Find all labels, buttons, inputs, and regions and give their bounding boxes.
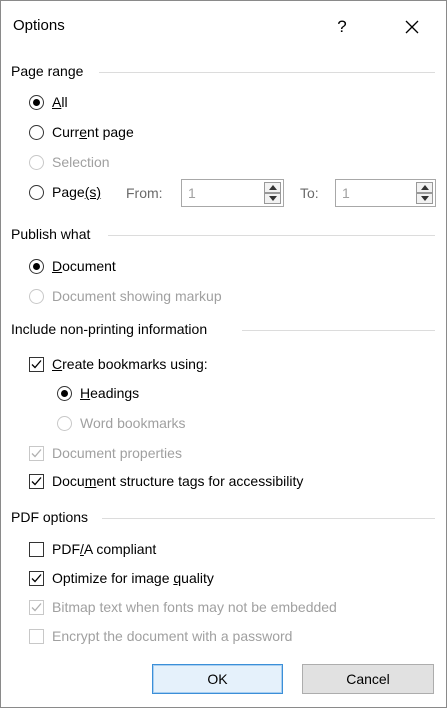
radio-headings[interactable]: Headings <box>57 385 139 401</box>
arrow-up-icon <box>268 185 277 190</box>
radio-document-button[interactable] <box>29 258 44 274</box>
radio-pages[interactable]: Page(s) <box>29 184 101 200</box>
checkbox-encrypt: Encrypt the document with a password <box>29 628 292 644</box>
cancel-button[interactable]: Cancel <box>302 664 434 694</box>
from-value: 1 <box>188 185 196 201</box>
radio-document-markup: Document showing markup <box>29 288 222 304</box>
publish-what-heading: Publish what <box>11 226 91 242</box>
checkbox-structure-tags-label: Document structure tags for accessibilit… <box>52 473 304 489</box>
from-up-button[interactable] <box>264 182 281 193</box>
radio-headings-label: Headings <box>80 385 140 401</box>
publish-what-divider <box>108 235 435 236</box>
radio-selection-button <box>29 154 44 170</box>
options-dialog: Options ? Page range All Current page Se… <box>0 0 447 708</box>
radio-current-page-label: Current page <box>52 124 134 140</box>
checkbox-document-properties-box <box>29 445 44 461</box>
pdf-options-heading: PDF options <box>11 509 89 525</box>
to-value: 1 <box>342 185 350 201</box>
ok-button[interactable]: OK <box>152 664 283 694</box>
radio-current-page-button[interactable] <box>29 124 44 140</box>
radio-current-page[interactable]: Current page <box>29 124 134 140</box>
radio-word-bookmarks-label: Word bookmarks <box>80 415 186 431</box>
dialog-title: Options <box>13 17 65 34</box>
checkbox-bitmap-text-label: Bitmap text when fonts may not be embedd… <box>52 599 337 615</box>
from-label: From: <box>126 185 163 201</box>
arrow-down-icon <box>268 196 277 201</box>
checkbox-document-properties: Document properties <box>29 445 182 461</box>
help-icon: ? <box>337 17 347 36</box>
nonprinting-divider <box>242 330 435 331</box>
to-up-button[interactable] <box>416 182 433 193</box>
checkbox-pdfa-label: PDF/A compliant <box>52 541 157 557</box>
radio-pages-label: Page(s) <box>52 184 102 200</box>
radio-document-label: Document <box>52 258 116 274</box>
radio-word-bookmarks: Word bookmarks <box>57 415 186 431</box>
radio-document-markup-label: Document showing markup <box>52 288 222 304</box>
checkbox-optimize[interactable]: Optimize for image quality <box>29 570 214 586</box>
checkmark-icon <box>31 448 42 457</box>
pdf-options-divider <box>102 518 435 519</box>
checkbox-structure-tags[interactable]: Document structure tags for accessibilit… <box>29 473 303 489</box>
radio-selection-label: Selection <box>52 154 110 170</box>
checkbox-create-bookmarks-box[interactable] <box>29 356 44 372</box>
to-down-button[interactable] <box>416 193 433 204</box>
radio-headings-button[interactable] <box>57 385 72 401</box>
checkbox-optimize-label: Optimize for image quality <box>52 570 214 586</box>
close-icon <box>405 20 419 34</box>
page-range-heading: Page range <box>11 63 84 79</box>
radio-document-markup-button <box>29 288 44 304</box>
checkbox-optimize-box[interactable] <box>29 570 44 586</box>
checkbox-bitmap-text: Bitmap text when fonts may not be embedd… <box>29 599 337 615</box>
radio-all-button[interactable] <box>29 94 44 110</box>
checkbox-encrypt-box <box>29 628 44 644</box>
checkbox-create-bookmarks-label: Create bookmarks using: <box>52 356 208 372</box>
checkmark-icon <box>31 602 42 611</box>
from-spinner[interactable]: 1 <box>181 179 284 207</box>
radio-document[interactable]: Document <box>29 258 116 274</box>
checkbox-pdfa[interactable]: PDF/A compliant <box>29 541 156 557</box>
checkmark-icon <box>31 573 42 582</box>
to-label: To: <box>300 185 319 201</box>
page-range-divider <box>99 72 435 73</box>
nonprinting-heading: Include non-printing information <box>11 321 208 337</box>
radio-pages-button[interactable] <box>29 184 44 200</box>
checkbox-document-properties-label: Document properties <box>52 445 182 461</box>
checkmark-icon <box>31 476 42 485</box>
radio-selection: Selection <box>29 154 110 170</box>
arrow-down-icon <box>420 196 429 201</box>
radio-all[interactable]: All <box>29 94 68 110</box>
close-button[interactable] <box>389 9 435 45</box>
checkbox-encrypt-label: Encrypt the document with a password <box>52 628 293 644</box>
help-button[interactable]: ? <box>319 9 365 45</box>
title-bar: Options ? <box>1 1 446 51</box>
checkbox-pdfa-box[interactable] <box>29 541 44 557</box>
radio-word-bookmarks-button <box>57 415 72 431</box>
from-down-button[interactable] <box>264 193 281 204</box>
checkbox-create-bookmarks[interactable]: Create bookmarks using: <box>29 356 208 372</box>
checkmark-icon <box>31 359 42 368</box>
arrow-up-icon <box>420 185 429 190</box>
checkbox-structure-tags-box[interactable] <box>29 473 44 489</box>
radio-all-label: All <box>52 94 68 110</box>
checkbox-bitmap-text-box <box>29 599 44 615</box>
to-spinner[interactable]: 1 <box>335 179 436 207</box>
